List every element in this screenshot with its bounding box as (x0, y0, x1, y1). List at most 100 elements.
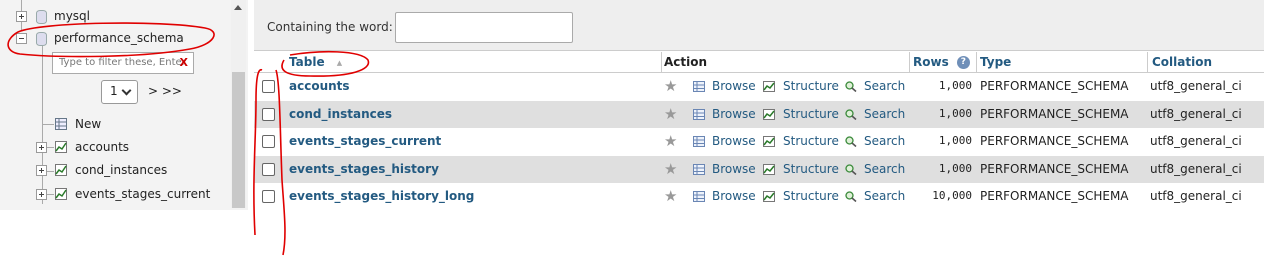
column-header-rows-label: Rows (913, 55, 949, 69)
nav-table-label: cond_instances (75, 163, 168, 177)
search-icon[interactable] (845, 163, 857, 175)
nav-scrollbar[interactable] (231, 0, 246, 208)
row-count: 10,000 (932, 189, 972, 202)
scroll-up-icon[interactable] (234, 5, 242, 10)
favorite-star-icon[interactable]: ★ (664, 105, 677, 123)
search-icon[interactable] (845, 81, 857, 92)
table-structure-icon (55, 188, 67, 200)
structure-link[interactable]: Structure (783, 107, 839, 121)
browse-icon[interactable] (693, 163, 705, 175)
browse-icon[interactable] (693, 81, 705, 92)
column-header-action: Action (664, 55, 708, 69)
nav-db-performance-schema[interactable]: performance_schema (0, 28, 200, 48)
database-icon (36, 10, 47, 24)
table-structure-icon (55, 164, 67, 176)
structure-link[interactable]: Structure (783, 134, 839, 148)
column-divider (1147, 52, 1148, 72)
engine-type: PERFORMANCE_SCHEMA (980, 189, 1129, 203)
favorite-star-icon[interactable]: ★ (664, 187, 677, 205)
column-header-type[interactable]: Type (980, 55, 1011, 69)
nav-table-events-stages-current[interactable]: events_stages_current (0, 184, 220, 204)
collation: utf8_general_ci (1150, 189, 1242, 203)
containing-word-input[interactable] (395, 12, 573, 43)
browse-link[interactable]: Browse (712, 189, 756, 203)
favorite-star-icon[interactable]: ★ (664, 160, 677, 178)
table-name-link[interactable]: accounts (289, 79, 350, 93)
structure-icon[interactable] (763, 81, 775, 92)
filter-label: Containing the word: (267, 20, 393, 34)
row-checkbox[interactable] (262, 80, 275, 93)
nav-filter-input[interactable]: Type to filter these, Enter X (52, 52, 194, 74)
structure-icon[interactable] (763, 108, 775, 120)
row-checkbox[interactable] (262, 162, 275, 176)
collapse-icon[interactable] (16, 33, 27, 44)
browse-icon[interactable] (693, 191, 705, 202)
help-icon[interactable]: ? (956, 56, 970, 69)
browse-link[interactable]: Browse (712, 162, 756, 176)
collation: utf8_general_ci (1150, 79, 1242, 93)
column-header-table-label: Table (289, 55, 325, 69)
table-header-row: Table ▲ Action Rows ? Type Collation (254, 52, 1264, 73)
nav-new-table[interactable]: New (0, 114, 200, 134)
clear-filter-icon[interactable]: X (180, 53, 188, 73)
browse-icon[interactable] (693, 136, 705, 147)
expand-icon[interactable] (16, 11, 27, 22)
structure-icon[interactable] (763, 163, 775, 175)
table-name-link[interactable]: events_stages_history_long (289, 189, 474, 203)
table-name-link[interactable]: events_stages_current (289, 134, 441, 148)
table-row: accounts ★ Browse Structure Search 1,000 PERFO… (254, 73, 1264, 101)
expand-icon[interactable] (36, 142, 47, 153)
browse-link[interactable]: Browse (712, 107, 756, 121)
table-filter-bar: Containing the word: (254, 0, 1264, 51)
expand-icon[interactable] (36, 165, 47, 176)
engine-type: PERFORMANCE_SCHEMA (980, 134, 1129, 148)
filter-placeholder: Type to filter these, Enter (59, 57, 186, 68)
column-divider (976, 52, 977, 72)
column-header-rows[interactable]: Rows ? (913, 55, 970, 69)
row-checkbox[interactable] (262, 107, 275, 121)
collation: utf8_general_ci (1150, 134, 1242, 148)
browse-link[interactable]: Browse (712, 79, 756, 93)
nav-table-cond-instances[interactable]: cond_instances (0, 160, 220, 180)
nav-db-mysql[interactable]: mysql (0, 6, 200, 26)
search-icon[interactable] (845, 108, 857, 120)
column-header-table[interactable]: Table ▲ (289, 55, 342, 69)
favorite-star-icon[interactable]: ★ (664, 132, 677, 150)
nav-table-accounts[interactable]: accounts (0, 137, 220, 157)
table-row: events_stages_history ★ Browse Structure Sea… (254, 155, 1264, 184)
collation: utf8_general_ci (1150, 161, 1242, 176)
table-name-link[interactable]: cond_instances (289, 107, 392, 121)
table-row: cond_instances ★ Browse Structure Search 1,00… (254, 100, 1264, 129)
search-icon[interactable] (845, 136, 857, 147)
table-name-link[interactable]: events_stages_history (289, 162, 439, 176)
nav-table-label: accounts (75, 140, 130, 154)
pager-next-link[interactable]: > >> (148, 84, 182, 98)
table-row: events_stages_history_long ★ Browse Structu… (254, 183, 1264, 211)
scrollbar-thumb[interactable] (232, 72, 245, 208)
table-structure-icon (55, 141, 67, 153)
structure-link[interactable]: Structure (783, 79, 839, 93)
structure-icon[interactable] (763, 136, 775, 147)
structure-link[interactable]: Structure (783, 162, 839, 176)
collation: utf8_general_ci (1150, 106, 1242, 121)
search-icon[interactable] (845, 191, 857, 202)
engine-type: PERFORMANCE_SCHEMA (980, 106, 1129, 121)
row-checkbox[interactable] (262, 190, 275, 203)
structure-icon[interactable] (763, 191, 775, 202)
row-count: 1,000 (938, 161, 972, 175)
column-header-collation[interactable]: Collation (1152, 55, 1212, 69)
column-divider (909, 52, 910, 72)
favorite-star-icon[interactable]: ★ (664, 77, 677, 95)
column-divider (661, 52, 662, 72)
browse-icon[interactable] (693, 108, 705, 120)
engine-type: PERFORMANCE_SCHEMA (980, 79, 1129, 93)
structure-link[interactable]: Structure (783, 189, 839, 203)
expand-icon[interactable] (36, 189, 47, 200)
browse-link[interactable]: Browse (712, 134, 756, 148)
page-select[interactable]: 1 (101, 80, 138, 104)
engine-type: PERFORMANCE_SCHEMA (980, 161, 1129, 176)
database-icon (36, 32, 47, 46)
navigation-tree: mysql performance_schema Type to filter … (0, 0, 248, 210)
row-checkbox[interactable] (262, 135, 275, 148)
row-count: 1,000 (938, 134, 972, 147)
